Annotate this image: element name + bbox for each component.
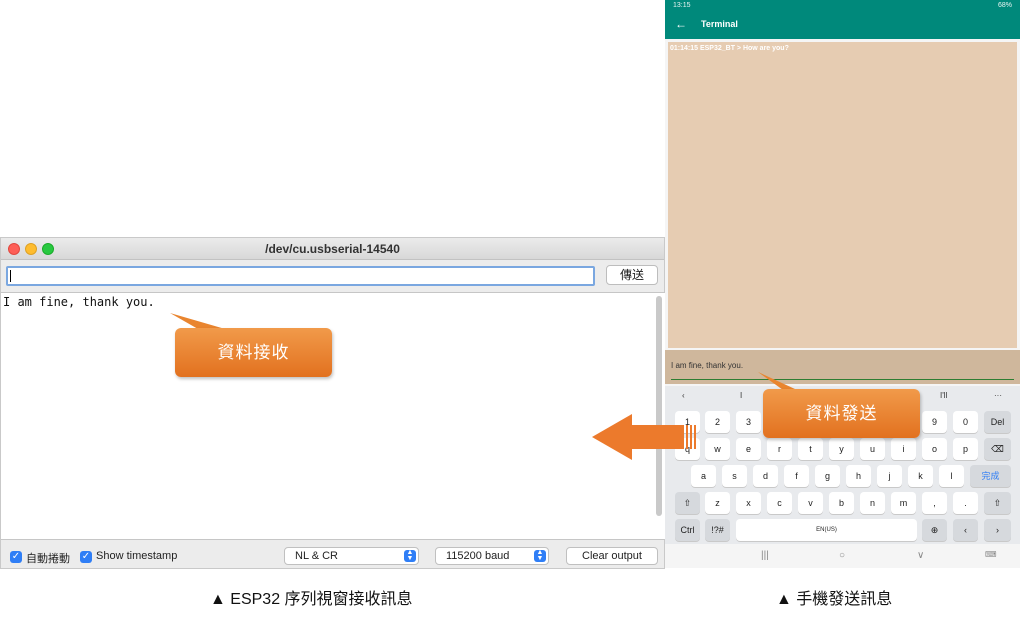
callout-receive: 資料接收 [175, 328, 332, 377]
annotation-layer [170, 313, 808, 460]
caption-right: ▲ 手機發送訊息 [776, 591, 893, 608]
callout-send: 資料發送 [763, 389, 920, 438]
caption-left: ▲ ESP32 序列視窗接收訊息 [210, 591, 413, 608]
left-arrow-icon [592, 414, 696, 460]
stage: /dev/cu.usbserial-14540 傳送 I am fine, th… [0, 0, 1024, 619]
